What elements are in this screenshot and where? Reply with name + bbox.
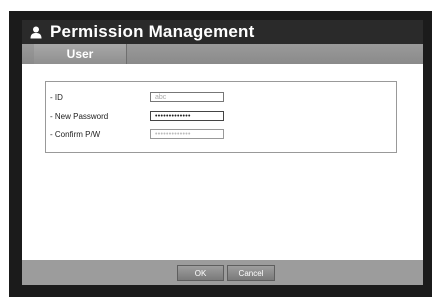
user-fields-panel: - ID abc - New Password ••••••••••••• - …: [45, 81, 397, 153]
field-row-id: - ID abc: [50, 92, 390, 105]
tab-content: - ID abc - New Password ••••••••••••• - …: [22, 64, 423, 260]
confirm-password-label: - Confirm P/W: [50, 130, 101, 139]
id-field[interactable]: abc: [150, 92, 224, 102]
id-label: - ID: [50, 93, 63, 102]
tab-user[interactable]: User: [34, 44, 127, 64]
ok-button[interactable]: OK: [177, 265, 224, 281]
dialog-title: Permission Management: [50, 22, 255, 41]
field-row-new-password: - New Password •••••••••••••: [50, 111, 390, 124]
new-password-label: - New Password: [50, 112, 109, 121]
dialog-titlebar: Permission Management: [22, 20, 423, 44]
new-password-field[interactable]: •••••••••••••: [150, 111, 224, 121]
tab-strip: User: [22, 44, 423, 64]
user-icon: [30, 26, 42, 39]
cancel-button[interactable]: Cancel: [227, 265, 275, 281]
button-bar: OK Cancel: [22, 260, 423, 285]
field-row-confirm-password: - Confirm P/W •••••••••••••: [50, 129, 390, 142]
confirm-password-field[interactable]: •••••••••••••: [150, 129, 224, 139]
